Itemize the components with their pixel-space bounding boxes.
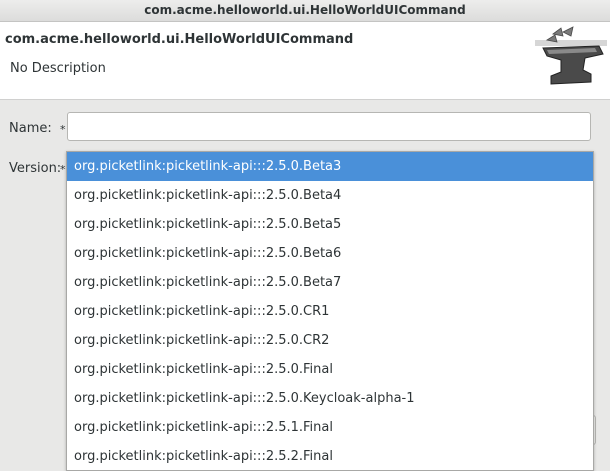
version-option[interactable]: org.picketlink:picketlink-api:::2.5.0.Ke… — [67, 384, 593, 413]
version-option[interactable]: org.picketlink:picketlink-api:::2.5.2.Fi… — [67, 442, 593, 470]
version-option[interactable]: org.picketlink:picketlink-api:::2.5.0.Be… — [67, 268, 593, 297]
name-required-marker: * — [60, 123, 66, 136]
version-option[interactable]: org.picketlink:picketlink-api:::2.5.0.Be… — [67, 239, 593, 268]
version-required-marker: * — [60, 163, 66, 176]
version-option[interactable]: org.picketlink:picketlink-api:::2.5.1.Fi… — [67, 413, 593, 442]
version-option[interactable]: org.picketlink:picketlink-api:::2.5.0.Fi… — [67, 355, 593, 384]
version-option[interactable]: org.picketlink:picketlink-api:::2.5.0.Be… — [67, 210, 593, 239]
version-option[interactable]: org.picketlink:picketlink-api:::2.5.0.Be… — [67, 152, 593, 181]
header-description: No Description — [10, 61, 106, 76]
version-dropdown-list[interactable]: org.picketlink:picketlink-api:::2.5.0.Be… — [66, 151, 594, 471]
window-titlebar[interactable]: com.acme.helloworld.ui.HelloWorldUIComma… — [0, 0, 610, 22]
window-title: com.acme.helloworld.ui.HelloWorldUIComma… — [144, 3, 466, 17]
anvil-icon — [533, 26, 609, 90]
version-label: Version: — [9, 161, 62, 176]
name-input[interactable] — [67, 112, 591, 141]
version-option[interactable]: org.picketlink:picketlink-api:::2.5.0.Be… — [67, 181, 593, 210]
version-option[interactable]: org.picketlink:picketlink-api:::2.5.0.CR… — [67, 297, 593, 326]
version-option[interactable]: org.picketlink:picketlink-api:::2.5.0.CR… — [67, 326, 593, 355]
name-label: Name: — [9, 121, 52, 136]
wizard-header: com.acme.helloworld.ui.HelloWorldUIComma… — [0, 22, 610, 100]
header-title: com.acme.helloworld.ui.HelloWorldUIComma… — [5, 32, 354, 47]
